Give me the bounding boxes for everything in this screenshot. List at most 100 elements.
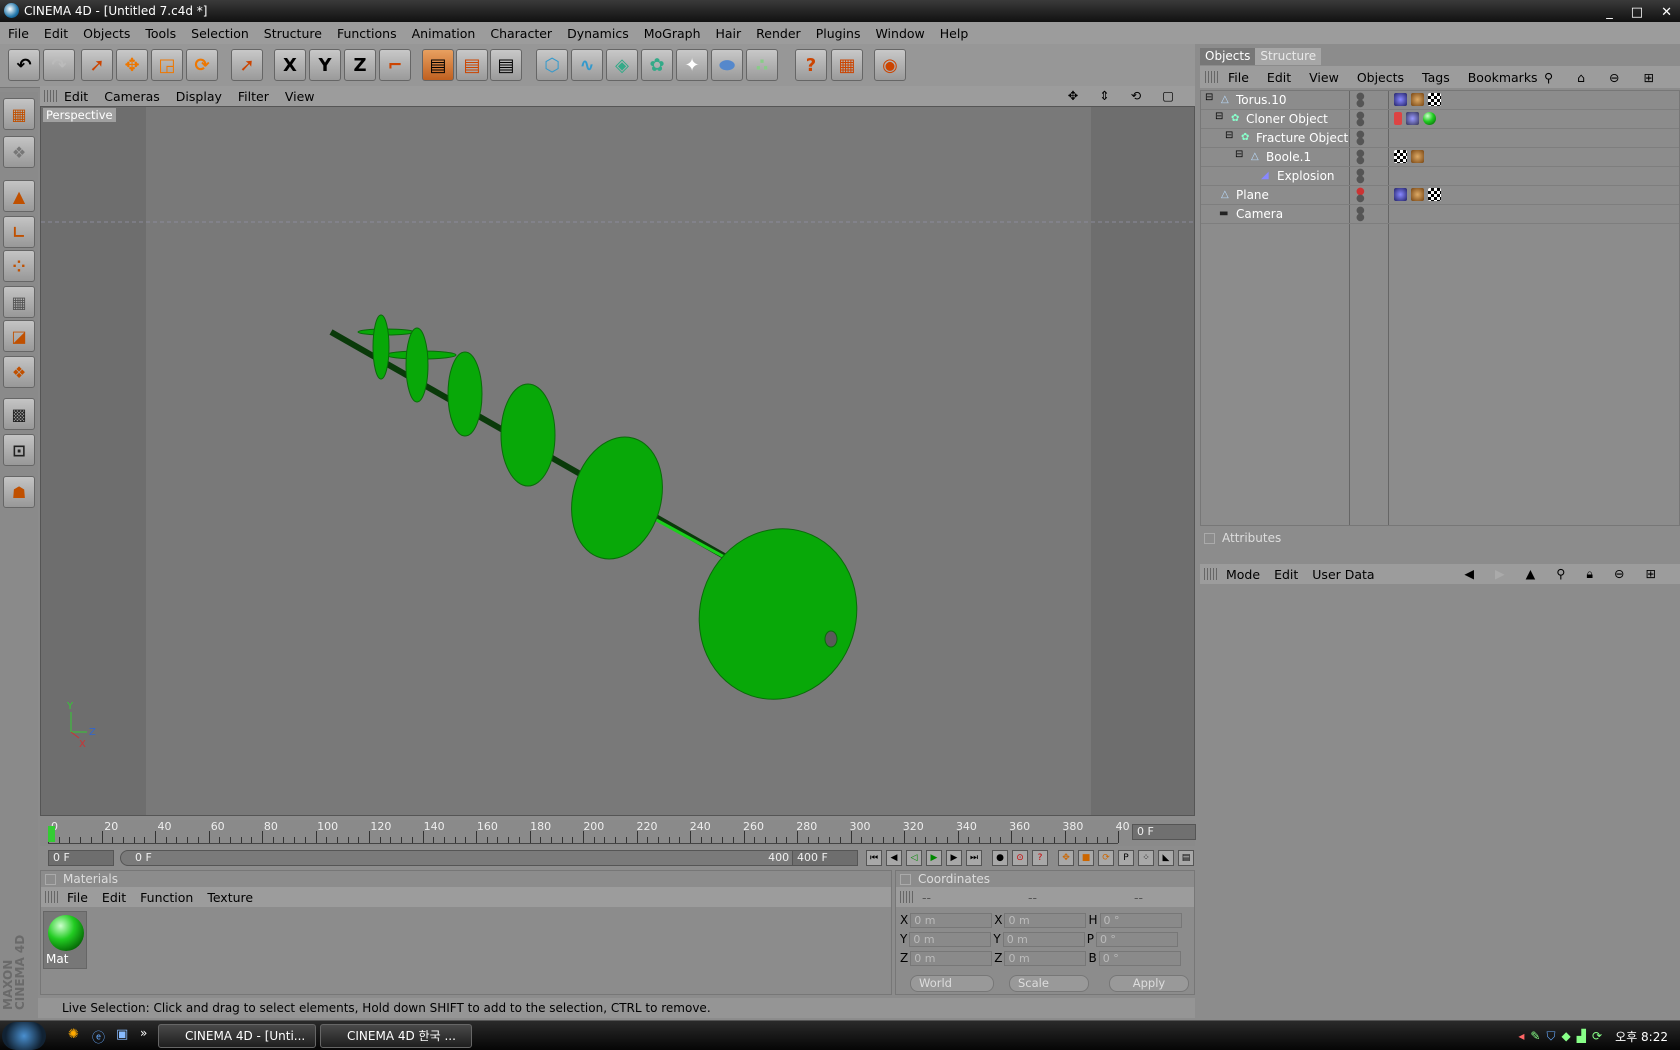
quicklaunch-icon[interactable]: ✺ — [68, 1027, 79, 1042]
search-icon[interactable]: ⚲ — [1556, 566, 1565, 582]
search-icon[interactable]: ⚲ — [1544, 70, 1553, 85]
enable-tweak-icon[interactable]: ▩ — [3, 398, 35, 430]
visibility-dots-icon[interactable]: ● ● — [1356, 206, 1365, 223]
live-selection-icon[interactable]: ➚ — [81, 49, 113, 81]
render-picture-viewer-icon[interactable]: ▤ — [456, 49, 488, 81]
task-cinema4d[interactable]: CINEMA 4D - [Unti... — [158, 1024, 316, 1048]
previous-frame-icon[interactable]: ◀ — [886, 850, 902, 866]
visibility-dots-icon[interactable]: ● ● — [1356, 168, 1365, 185]
rot-b-field[interactable]: 0 ° — [1098, 950, 1181, 966]
coordinate-system-icon[interactable]: ⌐ — [379, 49, 411, 81]
pos-y-field[interactable]: 0 m — [909, 931, 992, 947]
back-arrow-icon[interactable]: ◀ — [1464, 566, 1474, 582]
forward-arrow-icon[interactable]: ▶ — [1495, 566, 1505, 582]
materials-menu-edit[interactable]: Edit — [102, 890, 126, 905]
array-icon[interactable]: ✿ — [641, 49, 673, 81]
mograph-tag-icon[interactable] — [1411, 188, 1424, 201]
expand-toggle-icon[interactable]: ⊟ — [1205, 92, 1213, 103]
play-backwards-icon[interactable]: ◁ — [906, 850, 922, 866]
preview-range-slider[interactable]: 0 F 400 F — [120, 850, 820, 866]
viewport-menu-cameras[interactable]: Cameras — [104, 89, 160, 104]
visibility-dots-icon[interactable]: ● ● — [1356, 92, 1365, 109]
materials-menu-texture[interactable]: Texture — [207, 890, 253, 905]
menu-objects[interactable]: Objects — [83, 26, 130, 41]
up-arrow-icon[interactable]: ▲ — [1526, 566, 1536, 582]
deformer-icon[interactable]: ✦ — [676, 49, 708, 81]
scheme-icon[interactable]: ◣ — [1158, 850, 1174, 866]
menu-selection[interactable]: Selection — [191, 26, 249, 41]
keyframe-selection-icon[interactable]: ? — [1032, 850, 1048, 866]
obj-menu-edit[interactable]: Edit — [1267, 70, 1291, 85]
viewport-menu-view[interactable]: View — [285, 89, 315, 104]
tab-objects[interactable]: Objects — [1200, 48, 1256, 65]
tree-row-cloner[interactable]: ⊟ ✿ Cloner Object ● ● — [1201, 110, 1679, 129]
perspective-viewport[interactable]: Perspective Y X Z — [40, 106, 1195, 816]
material-swatch[interactable]: Mat — [43, 911, 87, 969]
update-icon[interactable]: ⟳ — [1592, 1029, 1602, 1044]
move-tool-icon[interactable]: ✥ — [116, 49, 148, 81]
obj-menu-view[interactable]: View — [1309, 70, 1339, 85]
link-icon[interactable]: ⊖ — [1609, 70, 1619, 85]
menu-file[interactable]: File — [8, 26, 29, 41]
phong-tag-icon[interactable] — [1394, 93, 1407, 106]
x-axis-lock-button[interactable]: X — [274, 49, 306, 81]
snap-icon[interactable]: ☗ — [3, 476, 35, 508]
viewport-menu-edit[interactable]: Edit — [64, 89, 88, 104]
go-to-start-icon[interactable]: ⏮ — [866, 850, 882, 866]
size-z-field[interactable]: 0 m — [1004, 950, 1087, 966]
tree-row-explosion[interactable]: ◢ Explosion ● ● — [1201, 167, 1679, 186]
expand-toggle-icon[interactable]: ⊟ — [1215, 111, 1223, 122]
menu-structure[interactable]: Structure — [264, 26, 322, 41]
obj-menu-bookmarks[interactable]: Bookmarks — [1468, 70, 1538, 85]
menu-plugins[interactable]: Plugins — [816, 26, 861, 41]
menu-hair[interactable]: Hair — [716, 26, 742, 41]
pen-icon[interactable]: ✎ — [1530, 1029, 1540, 1044]
use-points-tool-icon[interactable]: ⁘ — [3, 250, 35, 282]
attr-menu-edit[interactable]: Edit — [1274, 567, 1298, 582]
playhead-marker[interactable] — [48, 826, 55, 842]
start-button[interactable] — [2, 1022, 46, 1050]
menu-dynamics[interactable]: Dynamics — [567, 26, 629, 41]
close-button[interactable]: ✕ — [1661, 2, 1672, 24]
task-cinema4d-korea[interactable]: CINEMA 4D 한국 ... — [320, 1024, 472, 1048]
y-axis-lock-button[interactable]: Y — [309, 49, 341, 81]
undo-icon[interactable]: ↶ — [8, 49, 40, 81]
attr-menu-user-data[interactable]: User Data — [1312, 567, 1374, 582]
more-icon[interactable]: » — [140, 1026, 147, 1040]
tree-row-boole[interactable]: ⊟ △ Boole.1 ● ● — [1201, 148, 1679, 167]
menu-help[interactable]: Help — [940, 26, 969, 41]
browser-icon[interactable]: ⓔ — [92, 1027, 105, 1046]
texture-tag-icon[interactable] — [1428, 188, 1441, 201]
maximize-button[interactable]: □ — [1631, 2, 1643, 24]
use-axis-tool-icon[interactable]: ∟ — [3, 216, 35, 248]
size-y-field[interactable]: 0 m — [1002, 931, 1085, 947]
size-x-field[interactable]: 0 m — [1004, 912, 1087, 928]
object-name[interactable]: Explosion — [1277, 169, 1335, 183]
material-tag-icon[interactable] — [1423, 112, 1436, 125]
go-to-end-icon[interactable]: ⏭ — [966, 850, 982, 866]
use-texture-tool-icon[interactable]: ▲ — [3, 180, 35, 212]
pos-z-field[interactable]: 0 m — [910, 950, 993, 966]
network-icon[interactable]: ▟ — [1577, 1029, 1586, 1044]
particle-icon[interactable]: ∴ — [746, 49, 778, 81]
visibility-dots-icon[interactable]: ● ● — [1356, 187, 1365, 204]
next-frame-icon[interactable]: ▶ — [946, 850, 962, 866]
expand-toggle-icon[interactable]: ⊟ — [1235, 149, 1243, 160]
security-icon[interactable]: ⛉ — [1546, 1029, 1555, 1044]
expand-toggle-icon[interactable]: ⊟ — [1225, 130, 1233, 141]
object-name[interactable]: Boole.1 — [1266, 150, 1311, 164]
tab-structure[interactable]: Structure — [1255, 48, 1322, 65]
apply-button[interactable]: Apply — [1109, 975, 1189, 992]
new-manager-icon[interactable]: ⊞ — [1646, 566, 1656, 582]
object-name[interactable]: Plane — [1236, 188, 1269, 202]
scene-object-icon[interactable]: ⬬ — [711, 49, 743, 81]
texture-tag-icon[interactable] — [1394, 150, 1407, 163]
menu-render[interactable]: Render — [756, 26, 801, 41]
visibility-dots-icon[interactable]: ● ● — [1356, 130, 1365, 147]
timeline-window-icon[interactable]: ▤ — [1178, 850, 1194, 866]
lock-icon[interactable]: 🔒︎ — [1586, 566, 1593, 582]
workplane-icon[interactable]: ⊡ — [3, 434, 35, 466]
desktop-icon[interactable]: ▣ — [116, 1027, 128, 1042]
nurbs-icon[interactable]: ◈ — [606, 49, 638, 81]
help-pointer-icon[interactable]: ? — [795, 49, 827, 81]
